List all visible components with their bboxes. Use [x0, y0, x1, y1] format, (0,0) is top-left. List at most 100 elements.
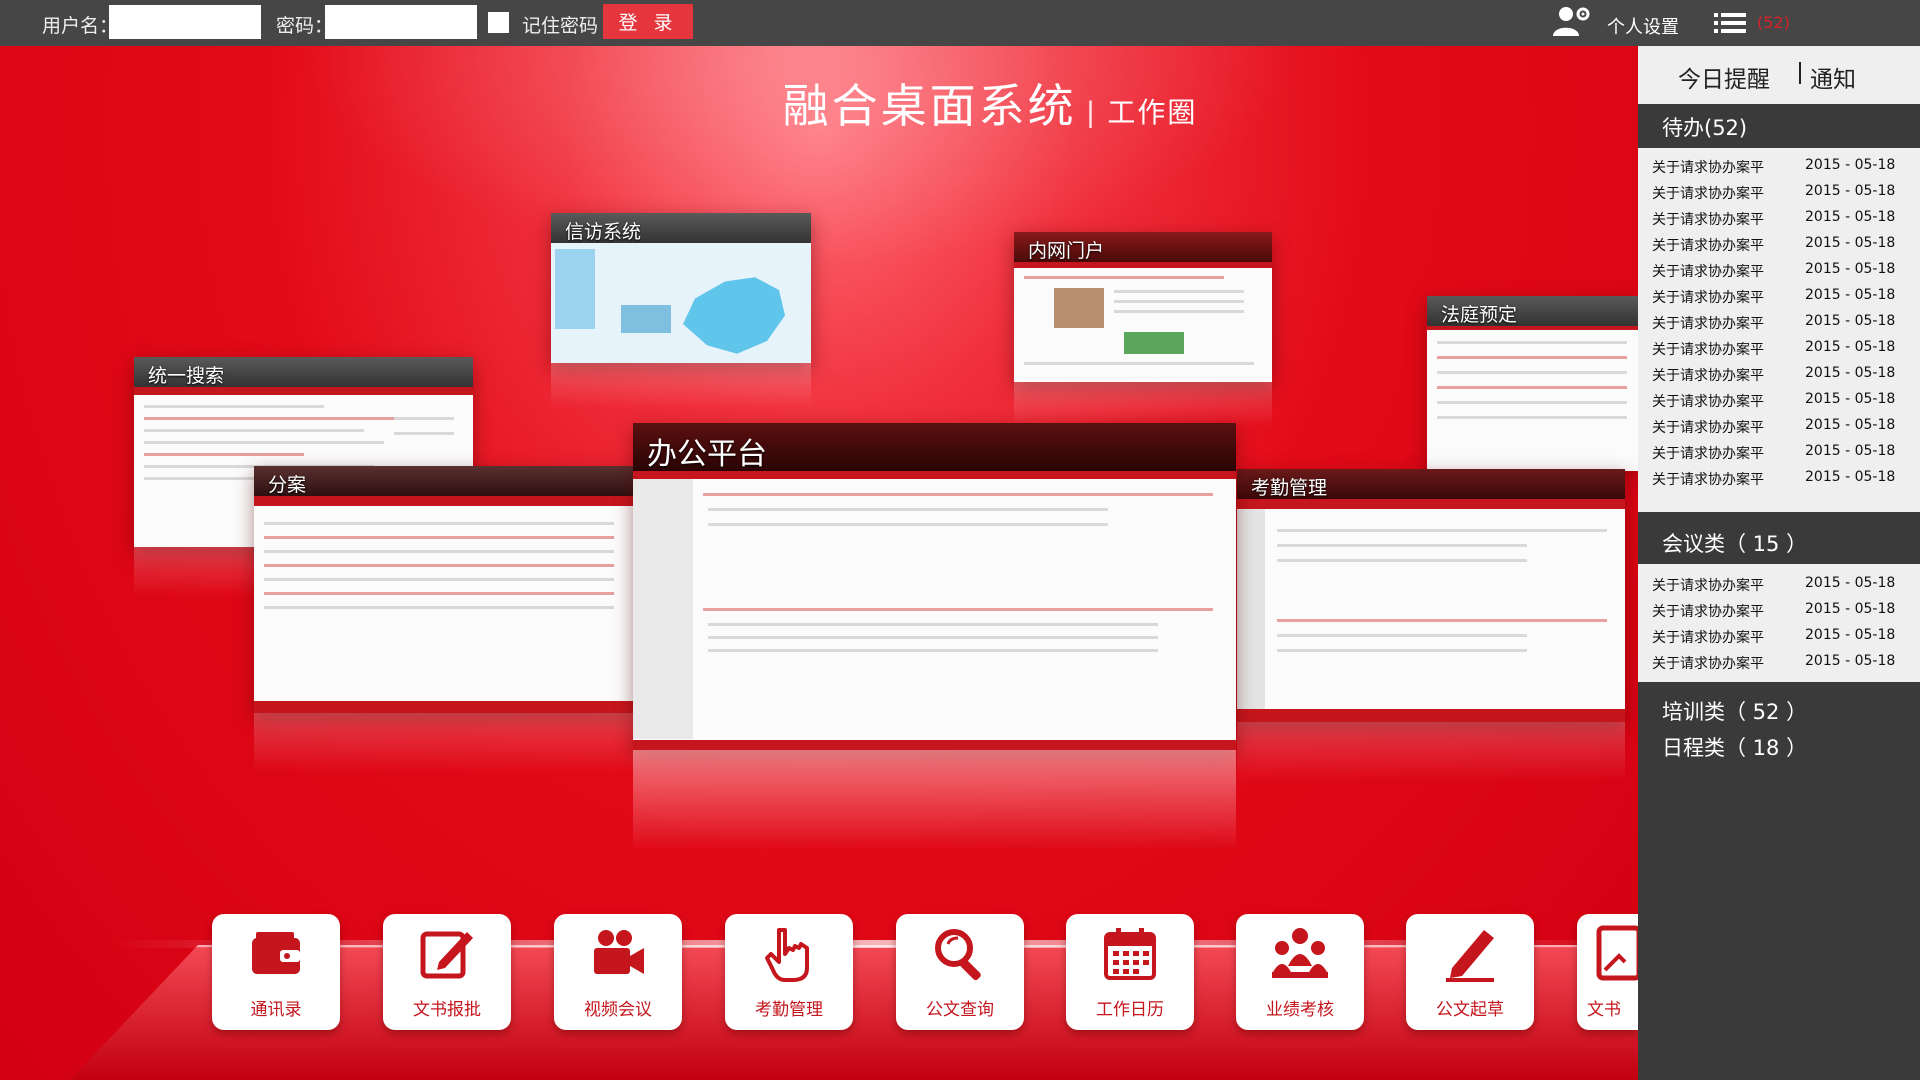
- list-item[interactable]: 关于请求协办案平 2015 - 05-18: [1638, 230, 1920, 256]
- dock-item-documents[interactable]: 文书: [1577, 914, 1642, 1030]
- list-item[interactable]: 关于请求协办案平 2015 - 05-18: [1638, 412, 1920, 438]
- list-item[interactable]: 关于请求协办案平 2015 - 05-18: [1638, 438, 1920, 464]
- page-title: 融合桌面系统 | 工作圈: [0, 70, 1638, 136]
- dock-item-document-approval[interactable]: 文书报批: [383, 914, 511, 1030]
- meeting-list: 关于请求协办案平 2015 - 05-18 关于请求协办案平 2015 - 05-18…: [1638, 564, 1920, 682]
- menu-list-icon[interactable]: [1714, 13, 1746, 33]
- list-item[interactable]: 关于请求协办案平 2015 - 05-18: [1638, 256, 1920, 282]
- settings-label[interactable]: 个人设置: [1607, 13, 1679, 39]
- dock-label: 公文查询: [926, 1000, 994, 1020]
- dock-item-document-drafting[interactable]: 公文起草: [1406, 914, 1534, 1030]
- list-item[interactable]: 关于请求协办案平 2015 - 05-18: [1638, 282, 1920, 308]
- tab-divider: [1799, 62, 1801, 84]
- title-separator: |: [1086, 96, 1098, 129]
- window-petition-system[interactable]: 信访系统: [551, 213, 811, 363]
- list-item[interactable]: 关于请求协办案平 2015 - 05-18: [1638, 204, 1920, 230]
- window-case-assignment[interactable]: 分案: [254, 466, 634, 713]
- dock-item-attendance[interactable]: 考勤管理: [725, 914, 853, 1030]
- panel-tabs: 今日提醒 通知: [1638, 46, 1920, 104]
- window-intranet-portal[interactable]: 内网门户: [1014, 232, 1272, 382]
- section-title: 日程类（ 18 ）: [1662, 736, 1808, 760]
- list-item[interactable]: 关于请求协办案平 2015 - 05-18: [1638, 334, 1920, 360]
- hand-pointer-icon: [765, 928, 809, 982]
- reflection: [551, 363, 811, 408]
- list-item[interactable]: 关于请求协办案平 2015 - 05-18: [1638, 152, 1920, 178]
- item-title: 关于请求协办案平: [1652, 578, 1764, 594]
- dock-label: 工作日历: [1096, 1000, 1164, 1020]
- password-input[interactable]: [325, 5, 477, 39]
- tab-today-reminder[interactable]: 今日提醒: [1678, 60, 1770, 94]
- title-text: 融合桌面系统: [782, 80, 1077, 132]
- item-date: 2015 - 05-18: [1805, 469, 1896, 485]
- reminder-panel: 今日提醒 通知 待办(52) 关于请求协办案平 2015 - 05-18 关于请求协…: [1638, 46, 1920, 1080]
- tab-notice[interactable]: 通知: [1810, 60, 1856, 94]
- item-title: 关于请求协办案平: [1652, 656, 1764, 672]
- section-title: 培训类（ 52 ）: [1662, 700, 1808, 724]
- todo-section-header[interactable]: 待办(52): [1638, 104, 1920, 148]
- dock-item-performance[interactable]: 业绩考核: [1236, 914, 1364, 1030]
- item-date: 2015 - 05-18: [1805, 261, 1896, 277]
- item-date: 2015 - 05-18: [1805, 653, 1896, 669]
- item-title: 关于请求协办案平: [1652, 446, 1764, 462]
- wallet-icon: [252, 932, 300, 974]
- meeting-section-header[interactable]: 会议类（ 15 ）: [1638, 520, 1920, 564]
- list-item[interactable]: 关于请求协办案平 2015 - 05-18: [1638, 308, 1920, 334]
- item-title: 关于请求协办案平: [1652, 264, 1764, 280]
- list-item[interactable]: 关于请求协办案平 2015 - 05-18: [1638, 596, 1920, 622]
- username-input[interactable]: [109, 5, 261, 39]
- dock-label: 通讯录: [250, 1000, 302, 1020]
- dock-item-video-conference[interactable]: 视频会议: [554, 914, 682, 1030]
- reflection: [254, 713, 634, 773]
- dock-label: 文书: [1587, 1000, 1621, 1020]
- item-title: 关于请求协办案平: [1652, 342, 1764, 358]
- window-title: 统一搜索: [148, 366, 225, 387]
- schedule-section-header[interactable]: 日程类（ 18 ）: [1638, 724, 1920, 768]
- dock-label: 公文起草: [1436, 1000, 1504, 1020]
- users-group-icon: [1272, 928, 1328, 978]
- dock-label: 业绩考核: [1266, 1000, 1334, 1020]
- list-item[interactable]: 关于请求协办案平 2015 - 05-18: [1638, 570, 1920, 596]
- item-title: 关于请求协办案平: [1652, 316, 1764, 332]
- remember-label: 记住密码: [522, 15, 599, 37]
- list-item[interactable]: 关于请求协办案平 2015 - 05-18: [1638, 464, 1920, 490]
- calendar-icon: [1104, 928, 1156, 980]
- notification-count: (52): [1757, 13, 1790, 32]
- item-date: 2015 - 05-18: [1805, 339, 1896, 355]
- login-button[interactable]: 登 录: [603, 4, 693, 39]
- dock-item-document-search[interactable]: 公文查询: [896, 914, 1024, 1030]
- reflection: [1237, 722, 1625, 782]
- section-title: 待办(52): [1662, 116, 1748, 140]
- dock-label: 视频会议: [584, 1000, 652, 1020]
- remember-checkbox[interactable]: [488, 12, 509, 33]
- item-title: 关于请求协办案平: [1652, 290, 1764, 306]
- user-settings-icon[interactable]: [1551, 5, 1593, 37]
- title-subtitle: 工作圈: [1107, 97, 1198, 128]
- item-title: 关于请求协办案平: [1652, 238, 1764, 254]
- video-camera-icon: [594, 930, 644, 974]
- list-item[interactable]: 关于请求协办案平 2015 - 05-18: [1638, 622, 1920, 648]
- dock-label: 考勤管理: [755, 1000, 823, 1020]
- item-date: 2015 - 05-18: [1805, 287, 1896, 303]
- list-item[interactable]: 关于请求协办案平 2015 - 05-18: [1638, 178, 1920, 204]
- window-title: 信访系统: [565, 222, 642, 243]
- window-office-platform[interactable]: 办公平台: [633, 423, 1236, 750]
- item-date: 2015 - 05-18: [1805, 601, 1896, 617]
- item-date: 2015 - 05-18: [1805, 157, 1896, 173]
- window-attendance-management[interactable]: 考勤管理: [1237, 469, 1625, 722]
- item-title: 关于请求协办案平: [1652, 630, 1764, 646]
- list-item[interactable]: 关于请求协办案平 2015 - 05-18: [1638, 360, 1920, 386]
- item-date: 2015 - 05-18: [1805, 183, 1896, 199]
- item-title: 关于请求协办案平: [1652, 212, 1764, 228]
- dock-item-work-calendar[interactable]: 工作日历: [1066, 914, 1194, 1030]
- pencil-icon: [1446, 930, 1494, 982]
- dock-item-contacts[interactable]: 通讯录: [212, 914, 340, 1030]
- list-item[interactable]: 关于请求协办案平 2015 - 05-18: [1638, 648, 1920, 674]
- item-date: 2015 - 05-18: [1805, 575, 1896, 591]
- list-item[interactable]: 关于请求协办案平 2015 - 05-18: [1638, 386, 1920, 412]
- reflection: [633, 750, 1236, 850]
- window-court-booking[interactable]: 法庭预定: [1427, 296, 1638, 471]
- todo-list: 关于请求协办案平 2015 - 05-18 关于请求协办案平 2015 - 05-18…: [1638, 148, 1920, 512]
- window-title: 分案: [268, 475, 307, 496]
- window-title: 考勤管理: [1251, 478, 1328, 499]
- username-label: 用户名：: [42, 15, 119, 37]
